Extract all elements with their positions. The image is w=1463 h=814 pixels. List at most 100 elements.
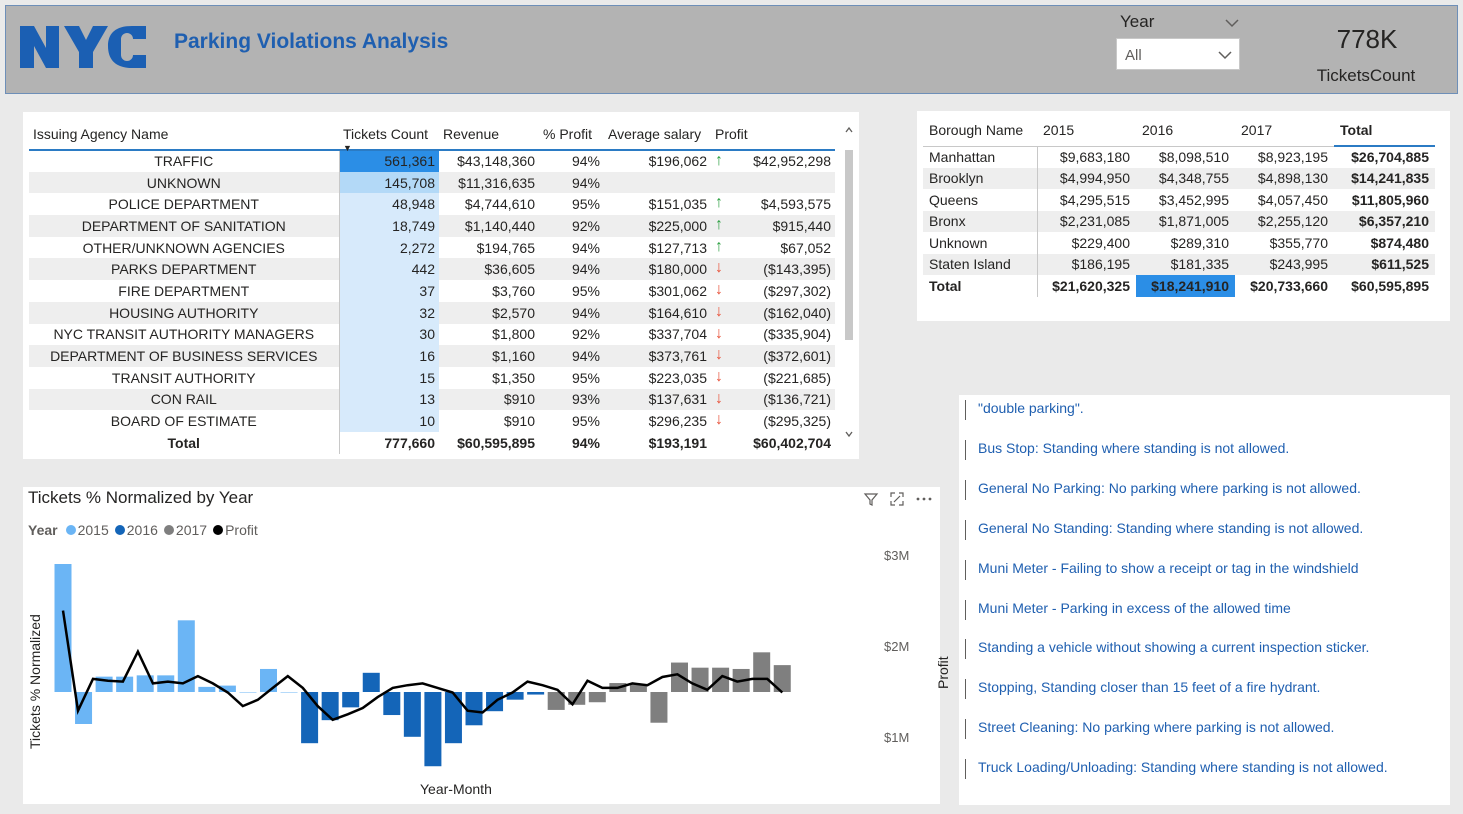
revenue-cell: $4,744,610 xyxy=(464,196,535,213)
col-header-pct-profit[interactable]: % Profit xyxy=(539,118,604,151)
total-2016-selected[interactable]: $18,241,910 xyxy=(1136,275,1235,297)
table-scrollbar[interactable] xyxy=(843,124,855,440)
arrow-up-icon: ↑ xyxy=(715,152,723,169)
avg-salary-cell: $151,035 xyxy=(648,196,707,213)
table-row[interactable]: NYC TRANSIT AUTHORITY MANAGERS 30 $1,800 92… xyxy=(29,323,835,346)
avg-salary-cell: $137,631 xyxy=(604,388,711,411)
table-row[interactable]: OTHER/UNKNOWN AGENCIES 2,272 $194,765 94% $1… xyxy=(29,236,835,259)
table-row[interactable]: POLICE DEPARTMENT 48,948 $4,744,610 95% $151… xyxy=(29,193,835,216)
agency-name: DEPARTMENT OF SANITATION xyxy=(29,215,339,237)
year-dropdown[interactable]: All xyxy=(1116,38,1240,70)
table-row[interactable]: BOARD OF ESTIMATE 10 $910 95% $296,235 ↓ ($295… xyxy=(29,410,835,432)
pct-profit-cell: 94% xyxy=(539,171,604,194)
arrow-down-icon: ↓ xyxy=(715,259,723,277)
violation-item[interactable]: Bus Stop: Standing where standing is not… xyxy=(965,439,1289,460)
col-header-profit[interactable]: Profit xyxy=(711,118,835,151)
value-2017: $8,923,195 xyxy=(1257,149,1328,165)
bar-2016[interactable] xyxy=(527,692,545,695)
value-2016: $1,871,005 xyxy=(1136,210,1235,232)
violation-item[interactable]: Muni Meter - Parking in excess of the al… xyxy=(965,599,1291,620)
violation-item[interactable]: Muni Meter - Failing to show a receipt o… xyxy=(965,559,1359,580)
table-row[interactable]: PARKS DEPARTMENT 442 $36,605 94% $180,000 ↓ ($… xyxy=(29,258,835,281)
col-header-2016[interactable]: 2016 xyxy=(1136,115,1235,147)
table-row[interactable]: TRAFFIC 561,361 $43,148,360 94% $196,062 ↑ $42… xyxy=(29,150,835,172)
profit-cell xyxy=(711,171,835,194)
table-row[interactable]: Staten Island $186,195 $181,335 $243,995 $61… xyxy=(923,253,1435,275)
pct-profit-cell: 95% xyxy=(571,413,600,430)
bar-2015[interactable] xyxy=(198,686,216,692)
profit-cell: ↓ ($221,685) xyxy=(711,367,835,389)
nyc-logo xyxy=(20,26,146,68)
col-header-tickets[interactable]: Tickets Count ▼ xyxy=(339,118,439,153)
report-header: Parking Violations Analysis Year All 778… xyxy=(5,5,1458,94)
tickets-count-cell: 145,708 xyxy=(338,171,439,194)
scroll-down-icon[interactable] xyxy=(843,428,855,440)
violation-item[interactable]: Truck Loading/Unloading: Standing where … xyxy=(965,759,1388,780)
col-header-borough[interactable]: Borough Name xyxy=(923,115,1037,147)
table-row[interactable]: DEPARTMENT OF BUSINESS SERVICES 16 $1,160 9… xyxy=(29,345,835,367)
bar-2015[interactable] xyxy=(260,668,277,692)
bar-2016[interactable] xyxy=(301,692,319,744)
profit-cell: ↑ $67,052 xyxy=(711,237,835,259)
bar-2017[interactable] xyxy=(671,662,688,692)
violation-item[interactable]: General No Standing: Standing where stan… xyxy=(965,519,1363,540)
bar-2017[interactable] xyxy=(753,652,771,692)
violation-item[interactable]: Stopping, Standing closer than 15 feet o… xyxy=(965,679,1320,700)
col-header-total[interactable]: Total xyxy=(1334,115,1435,147)
bar-2017[interactable] xyxy=(588,692,606,703)
col-header-2015[interactable]: 2015 xyxy=(1037,115,1136,147)
bar-2017[interactable] xyxy=(650,692,668,723)
arrow-down-icon: ↓ xyxy=(715,346,723,364)
table-row[interactable]: FIRE DEPARTMENT 37 $3,760 95% $301,062 ↓ ($297… xyxy=(29,280,835,302)
col-header-agency[interactable]: Issuing Agency Name xyxy=(29,118,339,151)
table-row[interactable]: DEPARTMENT OF SANITATION 18,749 $1,140,440… xyxy=(29,215,835,237)
agency-name: BOARD OF ESTIMATE xyxy=(110,413,257,430)
page-title: Parking Violations Analysis xyxy=(174,30,449,53)
value-2015: $4,295,515 xyxy=(1036,189,1136,211)
revenue-cell: $1,140,440 xyxy=(439,215,539,237)
chevron-down-icon xyxy=(1218,51,1232,60)
arrow-down-icon: ↓ xyxy=(715,302,723,320)
table-row[interactable]: HOUSING AUTHORITY 32 $2,570 94% $164,610 ↓ ($1… xyxy=(29,301,835,324)
scroll-thumb[interactable] xyxy=(845,150,853,340)
bar-2015[interactable] xyxy=(280,692,298,693)
bar-2016[interactable] xyxy=(465,692,483,726)
table-row[interactable]: Unknown $229,400 $289,310 $355,770 $874,480 xyxy=(923,232,1435,254)
revenue-cell: $36,605 xyxy=(439,258,539,281)
bar-2016[interactable] xyxy=(362,672,380,692)
bar-2016[interactable] xyxy=(342,692,360,708)
col-header-revenue[interactable]: Revenue xyxy=(439,118,539,151)
agency-name: TRAFFIC xyxy=(154,153,214,170)
violation-item[interactable]: Standing a vehicle without showing a cur… xyxy=(965,639,1369,660)
bar-2016[interactable] xyxy=(424,692,442,767)
table-row[interactable]: UNKNOWN 145,708 $11,316,635 94% xyxy=(29,171,835,194)
col-header-2017[interactable]: 2017 xyxy=(1235,115,1334,147)
col-header-avg-salary[interactable]: Average salary xyxy=(604,118,711,151)
violation-item[interactable]: General No Parking: No parking where par… xyxy=(965,479,1361,500)
chevron-down-icon[interactable] xyxy=(1223,14,1241,32)
table-row[interactable]: CON RAIL 13 $910 93% $137,631 ↓ ($136,721) xyxy=(29,388,835,411)
revenue-cell: $1,160 xyxy=(439,345,539,367)
table-row[interactable]: Brooklyn $4,994,950 $4,348,755 $4,898,130 $1… xyxy=(923,167,1435,189)
bar-2015[interactable] xyxy=(54,564,72,692)
agency-name: NYC TRANSIT AUTHORITY MANAGERS xyxy=(53,326,315,343)
arrow-down-icon: ↓ xyxy=(715,281,723,299)
value-2017: $4,057,450 xyxy=(1257,191,1328,208)
total-profit: $60,402,704 xyxy=(753,434,831,451)
bar-2016[interactable] xyxy=(383,692,401,716)
table-row[interactable]: Queens $4,295,515 $3,452,995 $4,057,450 $11,… xyxy=(923,189,1435,211)
scroll-up-icon[interactable] xyxy=(843,124,855,136)
bar-2017[interactable] xyxy=(712,667,730,692)
table-row[interactable]: TRANSIT AUTHORITY 15 $1,350 95% $223,035 ↓ ($2… xyxy=(29,366,835,389)
bar-2016[interactable] xyxy=(403,692,421,737)
revenue-cell: $1,800 xyxy=(492,326,535,343)
profit-cell: ↑ $42,952,298 xyxy=(711,150,835,172)
bar-2015[interactable] xyxy=(239,692,257,693)
table-row[interactable]: Bronx $2,231,085 $1,871,005 $2,255,120 $6,35… xyxy=(923,210,1435,232)
table-row[interactable]: Manhattan $9,683,180 $8,098,510 $8,923,195 $… xyxy=(923,146,1435,168)
violation-item[interactable]: "double parking". xyxy=(965,400,1084,420)
value-2016: $8,098,510 xyxy=(1158,149,1229,165)
violation-item[interactable]: Street Cleaning: No parking where parkin… xyxy=(965,719,1334,740)
tickets-normalized-chart: Tickets % Normalized by Year Year 2015 2… xyxy=(23,487,951,804)
avg-salary-cell: $337,704 xyxy=(648,326,707,343)
